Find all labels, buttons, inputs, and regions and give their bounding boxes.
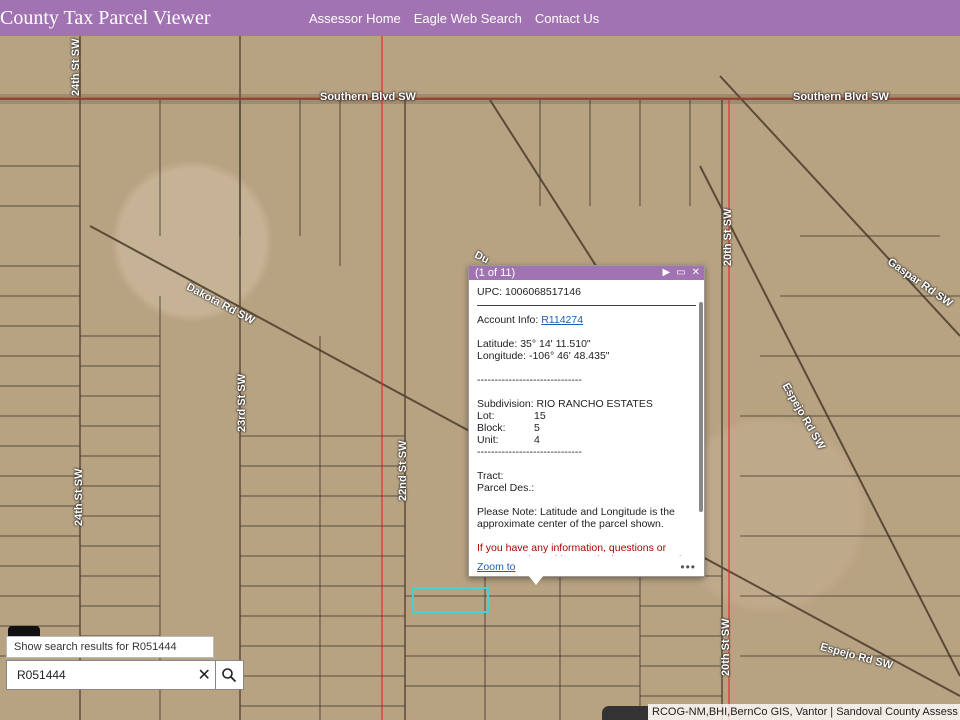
longitude-text: Longitude: -106° 46' 48.435" bbox=[477, 350, 610, 362]
selected-parcel-outline[interactable] bbox=[412, 587, 489, 613]
subdivision-text: Subdivision: RIO RANCHO ESTATES bbox=[477, 398, 653, 410]
nav-eagle-web-search[interactable]: Eagle Web Search bbox=[414, 11, 522, 26]
search-input[interactable] bbox=[15, 667, 194, 683]
parcel-info-popup: (1 of 11) ▶ ▭ ✕ UPC: 1006068517146 Accou… bbox=[468, 265, 705, 577]
tract-label: Tract: bbox=[477, 470, 504, 482]
account-info-row: Account Info: R114274 bbox=[477, 314, 696, 326]
separator: ------------------------------ bbox=[477, 374, 582, 386]
top-nav: Assessor Home Eagle Web Search Contact U… bbox=[309, 0, 599, 36]
search-button[interactable] bbox=[214, 661, 243, 689]
zoom-to-link[interactable]: Zoom to bbox=[477, 561, 516, 573]
search-suggestion-text: Show search results for R051444 bbox=[14, 641, 177, 653]
block-label: Block: bbox=[477, 422, 506, 434]
app-title: County Tax Parcel Viewer bbox=[0, 6, 211, 29]
popup-footer: Zoom to ••• bbox=[469, 558, 704, 576]
street-label: 24th St SW bbox=[70, 38, 82, 96]
account-info-label: Account Info: bbox=[477, 314, 539, 326]
street-label: Southern Blvd SW bbox=[320, 91, 416, 103]
unit-row: Unit: 4 bbox=[477, 434, 696, 446]
lot-row: Lot: 15 bbox=[477, 410, 696, 422]
lot-value: 15 bbox=[534, 410, 546, 422]
street-label: 20th St SW bbox=[720, 618, 732, 676]
block-row: Block: 5 bbox=[477, 422, 696, 434]
maximize-icon[interactable]: ▭ bbox=[676, 266, 685, 280]
street-label: 23rd St SW bbox=[236, 373, 248, 432]
contact-note: If you have any information, questions o… bbox=[477, 542, 691, 556]
esri-logo bbox=[602, 706, 648, 720]
street-label: 24th St SW bbox=[73, 468, 85, 526]
search-suggestion[interactable]: Show search results for R051444 bbox=[6, 636, 214, 658]
popup-controls: ▶ ▭ ✕ bbox=[662, 266, 700, 280]
more-actions-icon[interactable]: ••• bbox=[680, 560, 696, 574]
separator: ------------------------------ bbox=[477, 446, 582, 458]
nav-contact-us[interactable]: Contact Us bbox=[535, 11, 599, 26]
unit-value: 4 bbox=[534, 434, 540, 446]
popup-pointer bbox=[528, 575, 544, 585]
next-feature-icon[interactable]: ▶ bbox=[662, 266, 670, 280]
popup-header: (1 of 11) ▶ ▭ ✕ bbox=[469, 266, 704, 280]
coordinate-note: Please Note: Latitude and Longitude is t… bbox=[477, 506, 675, 530]
nav-assessor-home[interactable]: Assessor Home bbox=[309, 11, 401, 26]
unit-label: Unit: bbox=[477, 434, 499, 446]
popup-counter: (1 of 11) bbox=[475, 267, 516, 279]
popup-scrollbar[interactable] bbox=[699, 302, 703, 512]
parcel-des-label: Parcel Des.: bbox=[477, 482, 535, 494]
popup-body: UPC: 1006068517146 Account Info: R114274… bbox=[469, 280, 704, 556]
lot-label: Lot: bbox=[477, 410, 495, 422]
close-icon[interactable]: ✕ bbox=[692, 266, 700, 280]
latitude-text: Latitude: 35° 14' 11.510" bbox=[477, 338, 591, 350]
block-value: 5 bbox=[534, 422, 540, 434]
search-icon bbox=[222, 668, 237, 683]
upc-value: UPC: 1006068517146 bbox=[477, 286, 696, 306]
street-label: Southern Blvd SW bbox=[793, 91, 889, 103]
map-attribution: RCOG-NM,BHI,BernCo GIS, Vantor | Sandova… bbox=[648, 704, 960, 720]
app-header: County Tax Parcel Viewer Assessor Home E… bbox=[0, 0, 960, 36]
street-label: 22nd St SW bbox=[397, 440, 409, 501]
account-link[interactable]: R114274 bbox=[541, 314, 583, 326]
street-label: 20th St SW bbox=[722, 208, 734, 266]
search-box: ✕ bbox=[6, 660, 244, 690]
clear-icon[interactable]: ✕ bbox=[194, 665, 215, 685]
